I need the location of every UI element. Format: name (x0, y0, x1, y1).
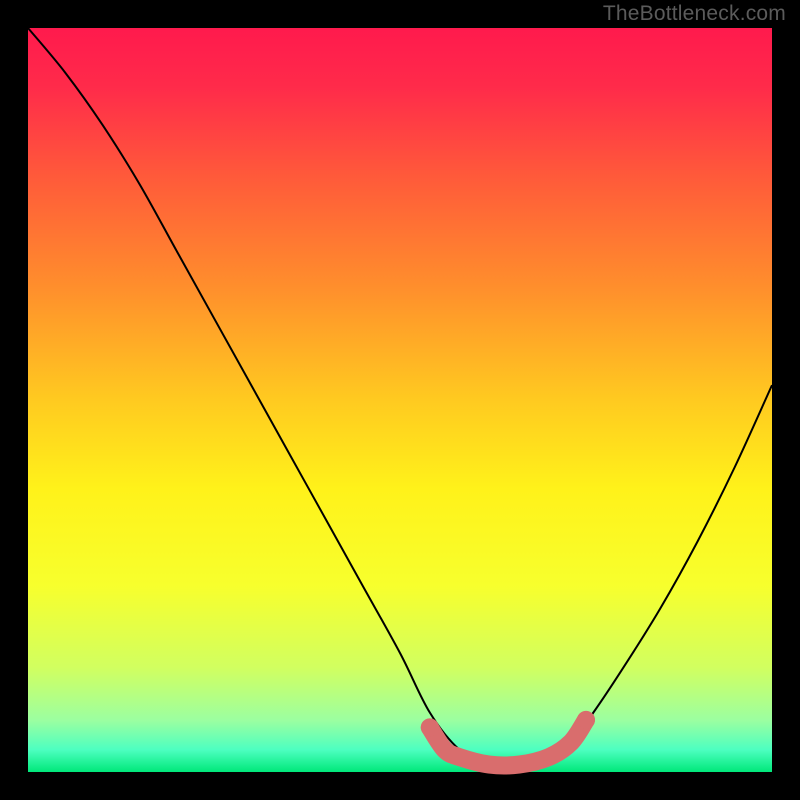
highlight-dot (577, 711, 595, 729)
highlight-dot (421, 718, 439, 736)
watermark-text: TheBottleneck.com (603, 2, 786, 26)
bottleneck-chart (0, 0, 800, 800)
chart-stage: TheBottleneck.com (0, 0, 800, 800)
plot-background (28, 28, 772, 772)
